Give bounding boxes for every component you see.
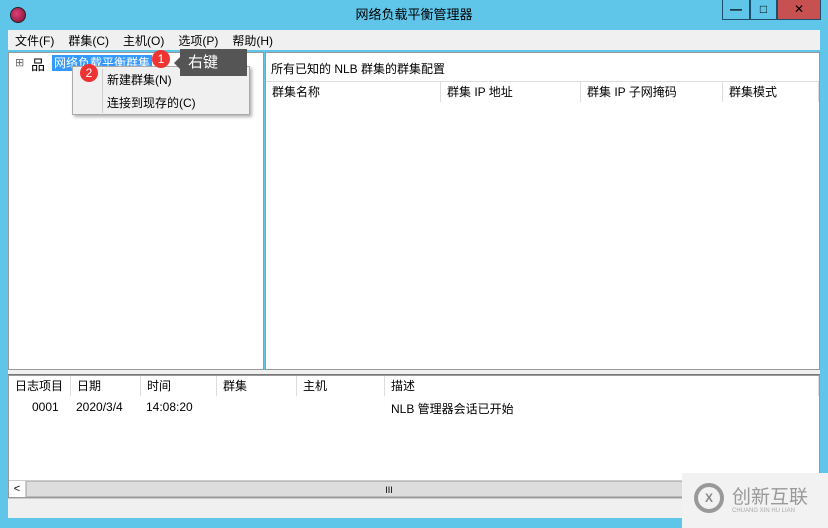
column-header[interactable]: 日期 (71, 376, 141, 396)
watermark-subtext: CHUANG XIN HU LIAN (732, 508, 796, 514)
watermark-logo-icon: X (694, 483, 724, 513)
column-header[interactable]: 群集模式 (723, 82, 819, 102)
cluster-config-pane: 所有已知的 NLB 群集的群集配置 群集名称 群集 IP 地址 群集 IP 子网… (265, 52, 820, 370)
step-badge-1: 1 (152, 50, 170, 68)
menu-file[interactable]: 文件(F) (8, 32, 61, 49)
maximize-button[interactable]: □ (750, 0, 777, 20)
column-header[interactable]: 群集名称 (266, 82, 441, 102)
menu-help[interactable]: 帮助(H) (225, 32, 280, 49)
menu-cluster[interactable]: 群集(C) (61, 32, 116, 49)
scroll-left-button[interactable]: < (9, 481, 26, 497)
column-header[interactable]: 群集 (217, 376, 297, 396)
menu-options[interactable]: 选项(P) (171, 32, 225, 49)
menu-item-new-cluster[interactable]: 新建群集(N) (107, 71, 172, 88)
log-description: NLB 管理器会话已开始 (391, 402, 514, 416)
watermark: X 创新互联 CHUANG XIN HU LIAN (682, 473, 828, 528)
column-header[interactable]: 日志项目 (9, 376, 71, 396)
column-header[interactable]: 主机 (297, 376, 385, 396)
step-badge-2: 2 (80, 64, 98, 82)
scroll-thumb[interactable]: III (26, 481, 752, 497)
network-cluster-icon: 品 (31, 57, 45, 73)
column-header[interactable]: 时间 (141, 376, 217, 396)
close-button[interactable]: ✕ (777, 0, 821, 20)
log-time: 14:08:20 (146, 400, 193, 414)
watermark-text: 创新互联 (732, 487, 809, 508)
column-header[interactable]: 描述 (385, 376, 819, 396)
annotation-tooltip: 右键 (180, 49, 247, 76)
expand-icon[interactable]: ⊞ (15, 56, 24, 69)
menu-item-connect-existing[interactable]: 连接到现存的(C) (107, 94, 196, 111)
table-row[interactable]: 0001 2020/3/4 14:08:20 NLB 管理器会话已开始 (9, 400, 819, 418)
minimize-button[interactable]: — (722, 0, 750, 20)
log-date: 2020/3/4 (76, 400, 123, 414)
window-title: 网络负载平衡管理器 (355, 7, 473, 22)
log-id: 0001 (32, 400, 59, 414)
column-header[interactable]: 群集 IP 地址 (441, 82, 581, 102)
menu-bar: 文件(F) 群集(C) 主机(O) 选项(P) 帮助(H) (8, 30, 820, 50)
menu-host[interactable]: 主机(O) (116, 32, 171, 49)
column-header[interactable]: 群集 IP 子网掩码 (581, 82, 723, 102)
pane-caption: 所有已知的 NLB 群集的群集配置 (271, 62, 446, 76)
